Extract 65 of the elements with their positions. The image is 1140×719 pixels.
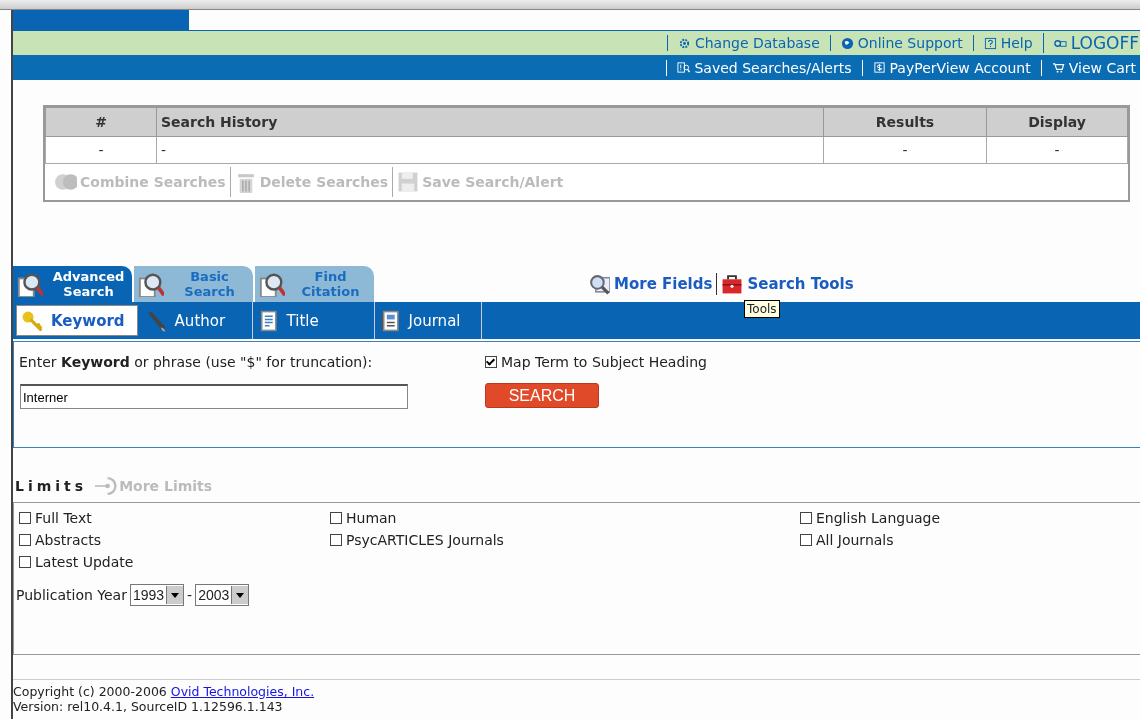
header-link[interactable]: Help xyxy=(972,35,1037,51)
help-icon xyxy=(983,36,997,50)
checkbox-label: PsycARTICLES Journals xyxy=(346,532,504,548)
checkbox-label: Full Text xyxy=(35,510,92,526)
checkbox-label: Human xyxy=(346,510,397,526)
search-prompt: Enter Keyword or phrase (use "$" for truncation): xyxy=(19,354,374,370)
saved-searches-icon xyxy=(677,61,691,74)
journal-icon xyxy=(378,309,401,332)
checkbox-label: Latest Update xyxy=(35,554,134,570)
table-cell: - xyxy=(45,136,157,164)
tooltip: Tools xyxy=(744,300,780,318)
tool-link[interactable]: Search Tools xyxy=(716,273,858,295)
checkbox[interactable] xyxy=(19,556,31,568)
globe-icon xyxy=(840,36,854,50)
magnifier-icon xyxy=(138,271,164,297)
checkbox[interactable] xyxy=(19,512,31,524)
search-type-tab[interactable]: Title xyxy=(252,302,375,339)
cart-icon xyxy=(1051,61,1065,74)
section-title: Limits xyxy=(15,478,88,494)
year-dropdown[interactable]: 2003 xyxy=(195,584,250,606)
header-link[interactable]: View Cart xyxy=(1040,59,1140,76)
column-header: Results xyxy=(823,107,987,137)
checkbox[interactable] xyxy=(800,534,812,546)
column-header: Search History xyxy=(156,107,824,137)
search-tab[interactable]: Advanced Search xyxy=(13,266,132,302)
magnifier-icon xyxy=(588,273,610,295)
table-cell: - xyxy=(156,136,824,164)
search-type-tab[interactable]: Author xyxy=(140,302,253,339)
magnifier-icon xyxy=(259,271,285,297)
column-header: Display xyxy=(986,107,1128,137)
checkbox[interactable] xyxy=(19,534,31,546)
header-link[interactable]: Online Support xyxy=(829,35,967,51)
copyright-text: Copyright (c) 2000-2006 xyxy=(13,684,167,699)
tool-link[interactable]: More Fields xyxy=(584,273,717,295)
checkbox[interactable] xyxy=(800,512,812,524)
toolbox-icon xyxy=(721,273,744,295)
key-icon xyxy=(21,309,43,332)
table-cell: - xyxy=(986,136,1128,164)
overlapping-circles-icon xyxy=(55,171,77,193)
field-label: Publication Year xyxy=(16,587,127,603)
version-text: Version: rel10.4.1, SourceID 1.12596.1.143 xyxy=(13,699,284,714)
checkbox-label: All Journals xyxy=(816,532,894,548)
range-separator: - xyxy=(187,587,193,603)
header-link[interactable]: PayPerView Account xyxy=(861,59,1035,76)
checkbox[interactable] xyxy=(330,534,342,546)
plug-icon xyxy=(95,475,118,497)
company-link[interactable]: Ovid Technologies, Inc. xyxy=(170,684,315,699)
header-link[interactable]: Saved Searches/Alerts xyxy=(666,59,856,76)
checkbox[interactable] xyxy=(485,356,497,368)
search-type-tab[interactable]: Keyword xyxy=(16,305,138,336)
table-cell: - xyxy=(823,136,987,164)
gear-icon xyxy=(677,36,691,50)
search-type-tab[interactable]: Journal xyxy=(374,302,482,339)
checkbox-label: English Language xyxy=(816,510,941,526)
search-input[interactable]: Interner xyxy=(20,384,408,409)
magnifier-icon xyxy=(17,271,43,297)
column-header: # xyxy=(45,107,157,137)
checkbox-label: Abstracts xyxy=(35,532,102,548)
checkbox[interactable] xyxy=(330,512,342,524)
search-button[interactable]: SEARCH xyxy=(485,383,599,408)
year-dropdown[interactable]: 1993 xyxy=(129,584,185,606)
checkbox-label: Map Term to Subject Heading xyxy=(501,354,707,370)
header-link[interactable]: Change Database xyxy=(666,35,824,51)
dollar-icon xyxy=(872,61,886,74)
header-link[interactable]: LOGOFF xyxy=(1042,33,1140,53)
